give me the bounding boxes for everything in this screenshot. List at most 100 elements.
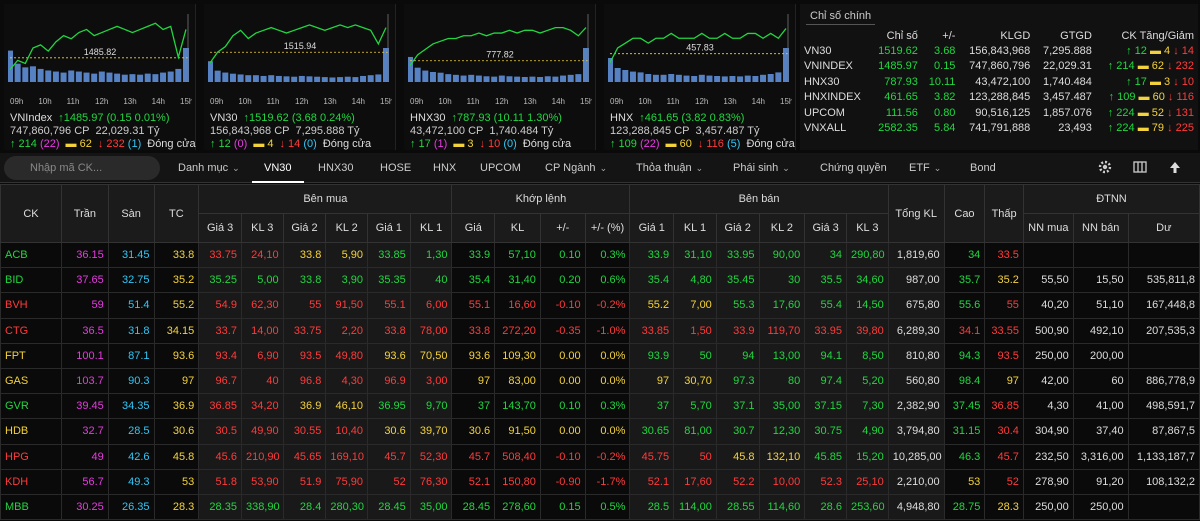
symbol[interactable]: KDH [0, 468, 62, 495]
bid-volume-2: 3,90 [325, 267, 369, 294]
volume-bar [521, 76, 528, 82]
symbol[interactable]: GVR [0, 393, 62, 420]
index-volume: 123,288,845 [969, 91, 1031, 104]
arrow-up-icon[interactable] [1168, 160, 1182, 174]
tab-cp-ngành[interactable]: CP Ngành ⌄ [545, 153, 607, 183]
bid-volume-1: 52,30 [409, 443, 453, 470]
ask-price-2: 28.55 [715, 493, 760, 521]
column-toggle-icon[interactable] [1133, 160, 1147, 174]
volume-bar [375, 74, 382, 82]
index-breadth: ↑ 109 ▬ 60 ↓ 116 [1108, 91, 1194, 104]
bid-price-3: 96.7 [198, 367, 242, 395]
ask-volume-1: 7,00 [673, 292, 717, 319]
stock-row[interactable]: BVH 59 51.4 55.2 54.9 62,30 55 91,50 55.1 6,00 55.… [0, 292, 1200, 319]
summary-row[interactable]: UPCOM 111.56 0.80 90,516,125 1,857.076 ↑ 224 … [800, 105, 1198, 121]
symbol[interactable]: GAS [0, 367, 62, 395]
index-chart-card[interactable]: 457.83 09h 10h 11h 12h 13h 14h 15h HNX ↑461.65 (3… [604, 4, 796, 150]
stock-row[interactable]: KDH 56.7 49.3 53 51.8 53,90 51.9 75,90 52 76,30 52… [0, 468, 1200, 495]
decliners: ↓ 10 (0) [479, 138, 517, 150]
volume-bar [321, 77, 328, 82]
index-volume: 43,472,100 CP [410, 125, 484, 137]
index-value: ↑1485.97 (0.15 0.01%) [58, 112, 170, 124]
tab-bond[interactable]: Bond [970, 153, 996, 183]
stock-row[interactable]: ACB 36.15 31.45 33.8 33.75 24,10 33.8 5,90 33.85… [0, 241, 1200, 269]
header-high: Cao [943, 184, 986, 243]
index-name: HNX30 [410, 112, 446, 124]
tab-label: VN30 [264, 162, 292, 174]
index-breadth: ↑ 224 ▬ 79 ↓ 225 [1107, 122, 1194, 135]
price-change-percent: -0.2% [584, 443, 631, 470]
floor-price: 28.5 [107, 418, 155, 445]
stock-row[interactable]: CTG 36.5 31.8 34.15 33.7 14,00 33.75 2,20 33.8 78… [0, 317, 1200, 344]
stock-row[interactable]: HPG 49 42.6 45.8 45.6 210,90 45.65 169,10 45.7 52… [0, 443, 1200, 470]
stock-row[interactable]: GVR 39.45 34.35 36.9 36.85 34,20 36.9 46,10 36.9… [0, 393, 1200, 420]
volume-bar [414, 67, 421, 82]
ask-price-1: 55.2 [629, 292, 675, 319]
summary-row[interactable]: HNX30 787.93 10.11 43,472,100 1,740.484 ↑ 17 … [800, 74, 1198, 90]
symbol[interactable]: FPT [0, 342, 62, 369]
symbol[interactable]: HDB [0, 418, 62, 445]
bid-price-1: 33.85 [367, 241, 411, 269]
bid-price-1: 45.7 [367, 443, 411, 470]
tab-chứng-quyền[interactable]: Chứng quyền [820, 153, 887, 183]
tab-hnx30[interactable]: HNX30 [318, 153, 353, 183]
symbol-search-input[interactable] [4, 156, 160, 180]
match-volume: 143,70 [494, 393, 541, 420]
ask-volume-3: 34,60 [845, 267, 889, 294]
symbol[interactable]: CTG [0, 317, 62, 344]
bid-price-1: 52 [367, 468, 411, 495]
stock-row[interactable]: FPT 100.1 87.1 93.6 93.4 6,90 93.5 49,80 93.6 70,… [0, 342, 1200, 369]
index-chart-card[interactable]: 1485.82 09h 10h 11h 12h 13h 14h 15h VNIndex ↑1485… [4, 4, 196, 150]
price-change: 0.00 [539, 342, 586, 369]
bid-price-3: 30.5 [198, 418, 242, 445]
stock-row[interactable]: HDB 32.7 28.5 30.6 30.5 49,90 30.55 10,40 30.6 39… [0, 418, 1200, 445]
symbol[interactable]: HPG [0, 443, 62, 470]
stock-row[interactable]: BID 37.65 32.75 35.2 35.25 5,00 33.8 3,90 35.35 4… [0, 267, 1200, 294]
high-price: 34 [943, 241, 986, 269]
total-volume: 810,80 [887, 342, 945, 369]
summary-row[interactable]: VN30 1519.62 3.68 156,843,968 7,295.888 ↑ 12 … [800, 43, 1198, 59]
ask-price-2: 35.45 [715, 267, 760, 294]
volume-bar [468, 74, 475, 82]
volume-bar [344, 76, 351, 82]
symbol[interactable]: ACB [0, 241, 62, 269]
tab-thỏa-thuận[interactable]: Thỏa thuận ⌄ [636, 153, 703, 183]
decliners: ↓ 232 (1) [97, 138, 142, 150]
ask-volume-2: 35,00 [758, 393, 806, 420]
index-chart-card[interactable]: 1515.94 09h 10h 11h 12h 13h 14h 15h VN30 ↑1519.62… [204, 4, 396, 150]
tab-etf[interactable]: ETF ⌄ [909, 153, 941, 183]
summary-row[interactable]: HNXINDEX 461.65 3.82 123,288,845 3,457.487 ↑ … [800, 90, 1198, 106]
ask-price-3: 34 [804, 241, 847, 269]
gear-icon[interactable] [1098, 160, 1112, 174]
symbol[interactable]: BVH [0, 292, 62, 319]
tab-hose[interactable]: HOSE [380, 153, 411, 183]
index-breadth-line: ↑ 109 (22) ▬ 60 ↓ 116 (5) Đóng cửa [610, 138, 795, 150]
volume-bar [360, 75, 367, 82]
symbol[interactable]: BID [0, 267, 62, 294]
bid-price-3: 54.9 [198, 292, 242, 319]
bid-volume-3: 24,10 [240, 241, 284, 269]
stock-row[interactable]: GAS 103.7 90.3 97 96.7 40 96.8 4,30 96.9 3,00 97 83… [0, 367, 1200, 395]
summary-row[interactable]: VNINDEX 1485.97 0.15 747,860,796 22,029.31 ↑ … [800, 59, 1198, 75]
tab-hnx[interactable]: HNX [433, 153, 456, 183]
index-volume-line: 156,843,968 CP 7,295.888 Tỷ [210, 125, 360, 137]
volume-bar [75, 71, 82, 82]
volume-bar [83, 72, 90, 82]
index-value: ↑461.65 (3.82 0.83%) [639, 112, 745, 124]
low-price: 97 [984, 367, 1024, 395]
ask-volume-1: 4,80 [673, 267, 717, 294]
summary-row[interactable]: VNXALL 2582.35 5.84 741,791,888 23,493 ↑ 224 … [800, 121, 1198, 137]
tab-upcom[interactable]: UPCOM [480, 153, 521, 183]
tab-danh-mục[interactable]: Danh mục ⌄ [178, 153, 240, 183]
bid-price-3: 51.8 [198, 468, 242, 495]
volume-bar [622, 70, 629, 82]
stock-row[interactable]: MBB 30.25 26.35 28.3 28.35 338,90 28.4 280,30 28… [0, 493, 1200, 521]
bid-volume-3: 5,00 [240, 267, 284, 294]
symbol[interactable]: MBB [0, 493, 62, 521]
tab-phái-sinh[interactable]: Phái sinh ⌄ [733, 153, 790, 183]
volume-bar [560, 75, 567, 82]
volume-bar [506, 76, 513, 82]
index-chart-card[interactable]: 777.82 09h 10h 11h 12h 13h 14h 15h HNX30 ↑787.93 … [404, 4, 596, 150]
ask-price-3: 94.1 [804, 342, 847, 369]
tab-vn30[interactable]: VN30 [252, 153, 304, 183]
